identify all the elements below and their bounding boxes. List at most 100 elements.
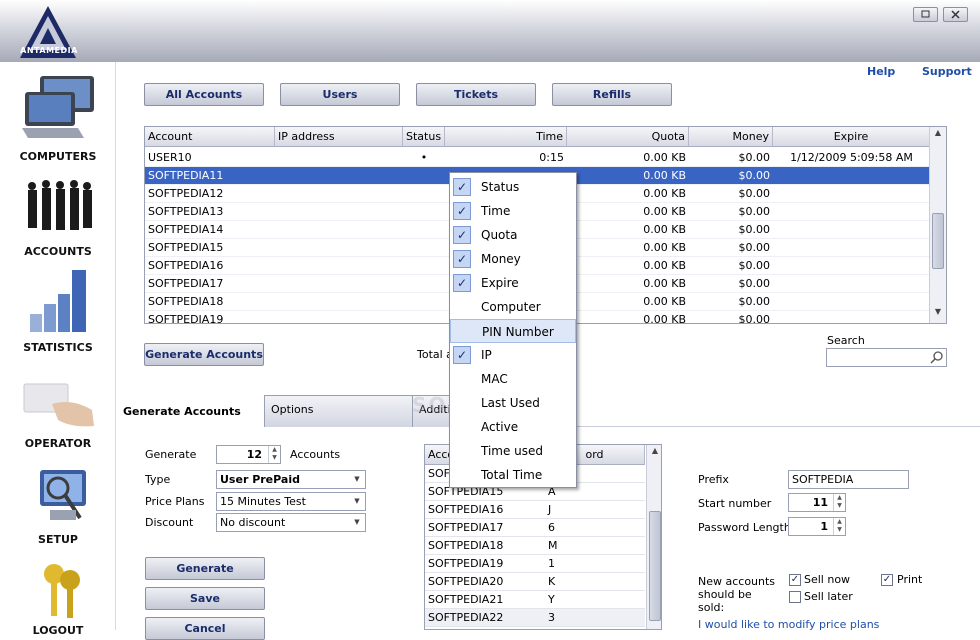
table-row[interactable]: USER10 • 0:15 0.00 KB $0.00 1/12/2009 5:09:58… (145, 149, 930, 167)
checkmark-icon: ✓ (453, 274, 471, 292)
stepper-arrows-icon[interactable]: ▲ ▼ (833, 518, 845, 535)
sell-later-checkbox[interactable] (789, 591, 801, 603)
list-item[interactable]: SOFTPEDIA17 6 (425, 519, 645, 537)
start-number-stepper[interactable]: 11 ▲ ▼ (788, 493, 846, 512)
menu-item-expire[interactable]: ✓ Expire (450, 271, 576, 295)
sidebar-item-statistics[interactable]: STATISTICS (0, 341, 116, 354)
menu-item-status[interactable]: ✓ Status (450, 175, 576, 199)
generate-button[interactable]: Generate (145, 557, 265, 580)
column-header-time[interactable]: Time (445, 127, 567, 147)
help-link[interactable]: Help (867, 65, 895, 78)
cell-expire (773, 167, 930, 185)
sell-later-label: Sell later (804, 590, 853, 603)
generate-count-stepper[interactable]: 12 ▲ ▼ (216, 445, 281, 464)
setup-icon[interactable] (36, 466, 90, 528)
column-header-ip[interactable]: IP address (275, 127, 403, 147)
operator-icon[interactable] (22, 380, 98, 432)
column-header-money[interactable]: Money (689, 127, 773, 147)
grid-scrollbar[interactable]: ▲ ▼ (929, 127, 946, 323)
sidebar-item-accounts[interactable]: ACCOUNTS (0, 245, 116, 258)
cell-expire (773, 185, 930, 203)
scroll-thumb[interactable] (649, 511, 661, 621)
column-header-status[interactable]: Status (403, 127, 445, 147)
cancel-button[interactable]: Cancel (145, 617, 265, 640)
list-item[interactable]: SOFTPEDIA18 M (425, 537, 645, 555)
menu-item-last-used[interactable]: Last Used (450, 391, 576, 415)
list-item[interactable]: SOFTPEDIA21 Y (425, 591, 645, 609)
cell-money: $0.00 (738, 259, 771, 272)
menu-item-money[interactable]: ✓ Money (450, 247, 576, 271)
computers-icon[interactable] (22, 74, 98, 144)
sell-now-checkbox[interactable]: ✓ (789, 574, 801, 586)
stepper-arrows-icon[interactable]: ▲ ▼ (268, 446, 280, 463)
column-header-account[interactable]: Account (145, 127, 275, 147)
cell-money: $0.00 (738, 205, 771, 218)
type-value: User PrePaid (220, 473, 300, 486)
menu-item-label: Active (481, 420, 519, 434)
menu-item-mac[interactable]: MAC (450, 367, 576, 391)
menu-item-quota[interactable]: ✓ Quota (450, 223, 576, 247)
price-plans-value: 15 Minutes Test (220, 495, 306, 508)
save-button[interactable]: Save (145, 587, 265, 610)
list-item[interactable]: SOFTPEDIA20 K (425, 573, 645, 591)
search-input[interactable] (826, 348, 947, 367)
accounts-icon[interactable] (20, 178, 98, 240)
checkmark-icon: ✓ (453, 202, 471, 220)
menu-item-active[interactable]: Active (450, 415, 576, 439)
support-link[interactable]: Support (922, 65, 972, 78)
generate-accounts-button[interactable]: Generate Accounts (144, 343, 264, 366)
scroll-thumb[interactable] (932, 213, 944, 269)
modify-price-plans-link[interactable]: I would like to modify price plans (698, 618, 879, 631)
prefix-input[interactable]: SOFTPEDIA (788, 470, 909, 489)
tab-tickets[interactable]: Tickets (416, 83, 536, 106)
sidebar-item-computers[interactable]: COMPUTERS (0, 150, 116, 163)
cell-quota: 0.00 KB (643, 277, 686, 290)
logout-icon[interactable] (34, 560, 88, 622)
statistics-icon[interactable] (28, 266, 90, 338)
column-context-menu[interactable]: ✓ Status ✓ Time ✓ Quota ✓ Money ✓ Expire Computer P… (449, 172, 577, 488)
tab-all-accounts[interactable]: All Accounts (144, 83, 264, 106)
menu-item-total-time[interactable]: Total Time (450, 463, 576, 487)
scroll-up-icon[interactable]: ▲ (931, 128, 945, 142)
title-bar (0, 0, 980, 62)
tab-refills[interactable]: Refills (552, 83, 672, 106)
menu-item-ip[interactable]: ✓ IP (450, 343, 576, 367)
sidebar-item-setup[interactable]: SETUP (0, 533, 116, 546)
restore-button[interactable] (913, 7, 938, 22)
cell-account: SOFTPEDIA19 (428, 557, 504, 570)
type-select[interactable]: User PrePaid ▼ (216, 470, 366, 489)
cell-ip (275, 221, 403, 239)
password-length-stepper[interactable]: 1 ▲ ▼ (788, 517, 846, 536)
menu-item-pin-number[interactable]: PIN Number (450, 319, 576, 343)
generated-grid-scrollbar[interactable]: ▲ (646, 445, 661, 629)
print-checkbox[interactable]: ✓ (881, 574, 893, 586)
menu-item-time-used[interactable]: Time used (450, 439, 576, 463)
discount-select[interactable]: No discount ▼ (216, 513, 366, 532)
restore-icon (921, 10, 930, 18)
menu-item-computer[interactable]: Computer (450, 295, 576, 319)
column-header-quota[interactable]: Quota (567, 127, 689, 147)
close-icon (951, 10, 960, 19)
cell-quota: 0.00 KB (643, 223, 686, 236)
cell-account: SOFTPEDIA18 (148, 295, 224, 308)
tab-options[interactable]: Options (264, 395, 414, 427)
stepper-arrows-icon[interactable]: ▲ ▼ (833, 494, 845, 511)
list-item[interactable]: SOFTPEDIA22 3 (425, 609, 645, 627)
scroll-down-icon[interactable]: ▼ (931, 307, 945, 321)
tab-users[interactable]: Users (280, 83, 400, 106)
column-header-expire[interactable]: Expire (773, 127, 930, 147)
cell-account: SOFTPEDIA22 (428, 611, 504, 624)
menu-item-label: MAC (481, 372, 508, 386)
tab-generate-accounts[interactable]: Generate Accounts (116, 395, 264, 427)
checkmark-icon: ✓ (453, 346, 471, 364)
close-button[interactable] (943, 7, 968, 22)
list-item[interactable]: SOFTPEDIA19 1 (425, 555, 645, 573)
scroll-up-icon[interactable]: ▲ (648, 446, 661, 455)
sold-label: New accounts should be sold: (698, 575, 776, 614)
menu-item-time[interactable]: ✓ Time (450, 199, 576, 223)
sidebar-item-operator[interactable]: OPERATOR (0, 437, 116, 450)
search-icon[interactable] (930, 350, 944, 364)
sidebar-item-logout[interactable]: LOGOUT (0, 624, 116, 637)
list-item[interactable]: SOFTPEDIA16 J (425, 501, 645, 519)
price-plans-select[interactable]: 15 Minutes Test ▼ (216, 492, 366, 511)
